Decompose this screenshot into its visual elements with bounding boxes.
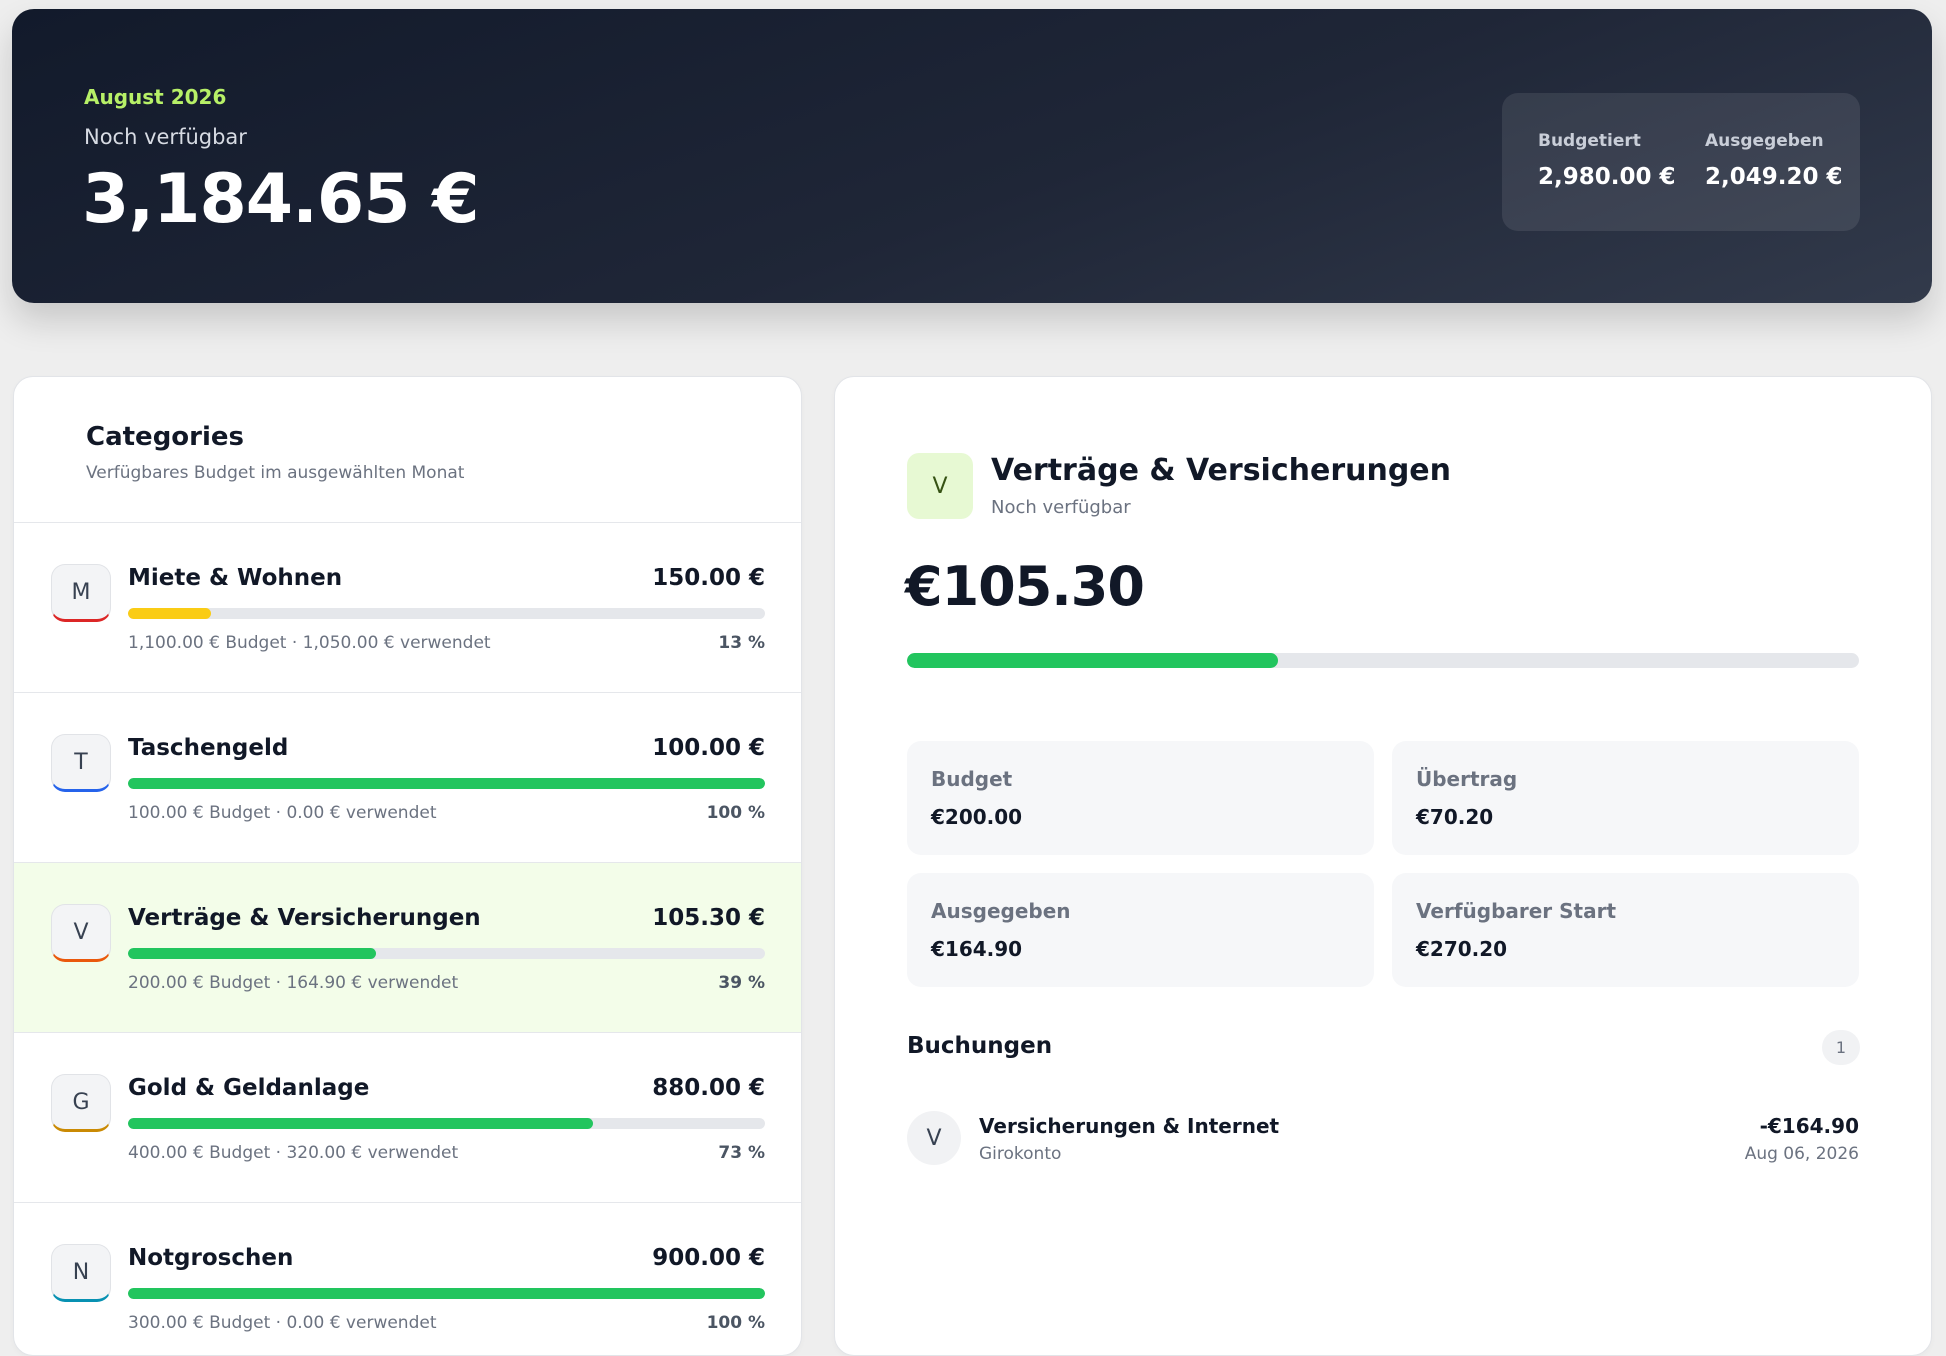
stat-card-label: Budget [931,767,1013,791]
transaction-amount: -€164.90 [1759,1114,1859,1138]
category-row[interactable]: G Gold & Geldanlage 880.00 € 400.00 € Budge… [14,1033,801,1203]
available-label: Noch verfügbar [84,125,247,149]
category-available-amount: 880.00 € [652,1075,765,1101]
transaction-account: Girokonto [979,1144,1062,1164]
budgeted-value: 2,980.00 € [1538,164,1676,190]
summary-hero: August 2026 Noch verfügbar 3,184.65 € Bu… [12,9,1932,303]
budgeted-label: Budgetiert [1538,131,1641,151]
stat-card-carryover: Übertrag €70.20 [1392,741,1859,855]
transaction-date: Aug 06, 2026 [1744,1144,1859,1164]
category-progress-bar [128,948,765,959]
stat-card-spent: Ausgegeben €164.90 [907,873,1374,987]
category-progress-bar [128,608,765,619]
categories-header: Categories Verfügbares Budget im ausgewä… [14,377,801,523]
category-row[interactable]: T Taschengeld 100.00 € 100.00 € Budget · 0.… [14,693,801,863]
category-budget-meta: 400.00 € Budget · 320.00 € verwendet [128,1143,459,1163]
category-progress-fill [128,948,377,959]
category-avatar: N [51,1244,111,1302]
category-avatar: V [51,904,111,962]
detail-progress-fill [907,653,1279,668]
category-progress-bar [128,1288,765,1299]
category-list: M Miete & Wohnen 150.00 € 1,100.00 € Budget… [14,523,801,1355]
detail-avatar: V [907,453,973,519]
stat-card-available-start: Verfügbarer Start €270.20 [1392,873,1859,987]
category-avatar: M [51,564,111,622]
stat-card-label: Übertrag [1416,767,1518,791]
category-available-amount: 100.00 € [652,735,765,761]
transaction-name: Versicherungen & Internet [979,1114,1280,1138]
categories-title: Categories [86,422,245,452]
category-budget-meta: 300.00 € Budget · 0.00 € verwendet [128,1313,437,1333]
category-progress-fill [128,778,765,789]
category-avatar: T [51,734,111,792]
stat-card-value: €70.20 [1416,805,1494,829]
category-name: Verträge & Versicherungen [128,905,481,931]
spent-label: Ausgegeben [1705,131,1824,151]
category-row[interactable]: V Verträge & Versicherungen 105.30 € 200.00… [14,863,801,1033]
category-percent: 100 % [706,803,765,823]
hero-stats-box: Budgetiert 2,980.00 € Ausgegeben 2,049.2… [1502,93,1860,231]
categories-panel: Categories Verfügbares Budget im ausgewä… [13,376,802,1356]
stat-card-value: €270.20 [1416,937,1508,961]
category-avatar: G [51,1074,111,1132]
stat-card-label: Verfügbarer Start [1416,899,1617,923]
bookings-title: Buchungen [907,1033,1053,1059]
detail-amount: €105.30 [905,555,1145,618]
stat-card-value: €200.00 [931,805,1023,829]
category-progress-fill [128,1288,765,1299]
available-amount: 3,184.65 € [82,160,480,239]
detail-progress-bar [907,653,1859,668]
category-progress-fill [128,1118,593,1129]
category-name: Miete & Wohnen [128,565,343,591]
category-row[interactable]: N Notgroschen 900.00 € 300.00 € Budget · 0.… [14,1203,801,1355]
category-progress-fill [128,608,211,619]
category-available-amount: 900.00 € [652,1245,765,1271]
category-percent: 39 % [718,973,765,993]
stat-card-value: €164.90 [931,937,1023,961]
category-percent: 13 % [718,633,765,653]
category-progress-bar [128,778,765,789]
category-name: Gold & Geldanlage [128,1075,370,1101]
budgeted-stat: Budgetiert 2,980.00 € [1538,131,1676,190]
category-row[interactable]: M Miete & Wohnen 150.00 € 1,100.00 € Budget… [14,523,801,693]
category-detail-panel: V Verträge & Versicherungen Noch verfügb… [834,376,1932,1356]
category-budget-meta: 1,100.00 € Budget · 1,050.00 € verwendet [128,633,491,653]
transaction-avatar: V [907,1111,961,1165]
category-available-amount: 105.30 € [652,905,765,931]
stat-card-label: Ausgegeben [931,899,1071,923]
detail-subtitle: Noch verfügbar [991,497,1131,518]
categories-subtitle: Verfügbares Budget im ausgewählten Monat [86,463,465,483]
detail-title: Verträge & Versicherungen [991,453,1452,488]
category-percent: 100 % [706,1313,765,1333]
bookings-count-badge: 1 [1822,1030,1860,1065]
spent-value: 2,049.20 € [1705,164,1843,190]
category-name: Taschengeld [128,735,289,761]
month-label[interactable]: August 2026 [84,85,226,109]
category-name: Notgroschen [128,1245,294,1271]
stat-card-budget: Budget €200.00 [907,741,1374,855]
category-budget-meta: 200.00 € Budget · 164.90 € verwendet [128,973,459,993]
spent-stat: Ausgegeben 2,049.20 € [1705,131,1843,190]
category-progress-bar [128,1118,765,1129]
category-available-amount: 150.00 € [652,565,765,591]
category-budget-meta: 100.00 € Budget · 0.00 € verwendet [128,803,437,823]
category-percent: 73 % [718,1143,765,1163]
